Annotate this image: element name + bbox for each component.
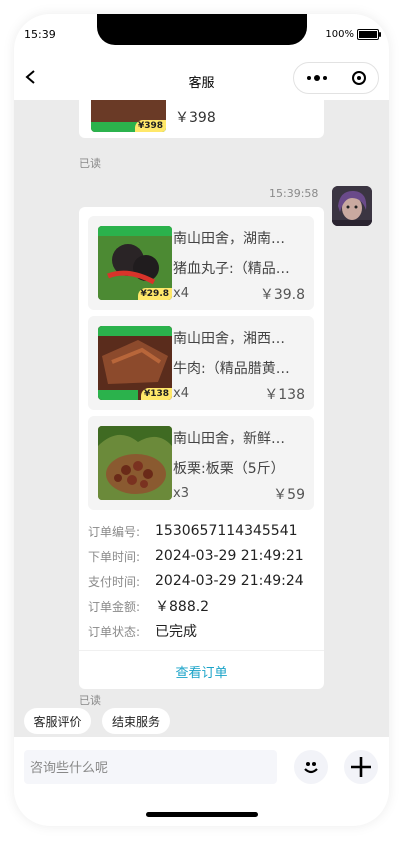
item-spec: 牛肉:（精品腊黄…	[173, 361, 290, 377]
order-number-row: 订单编号: 1530657114345541	[88, 520, 298, 542]
order-time-row: 下单时间: 2024-03-29 21:49:21	[88, 545, 304, 567]
detail-label: 下单时间:	[88, 549, 141, 564]
order-amount-row: 订单金额: ￥888.2	[88, 595, 209, 617]
item-title: 南山田舍，湖南…	[173, 231, 285, 247]
read-status: 已读	[79, 157, 101, 170]
phone-frame: 15:39 100% 客服 ¥398 ￥398 已读 15:39:58 ¥29.…	[14, 14, 389, 826]
item-price: ￥138	[264, 387, 305, 403]
price-tag: ¥398	[134, 120, 166, 132]
order-item[interactable]: 南山田舍，新鲜… 板栗:板栗（5斤） x3 ￥59	[88, 416, 314, 510]
prev-order-price: ￥398	[175, 110, 216, 126]
item-quantity: x4	[173, 386, 189, 401]
product-thumbnail: ¥138	[98, 326, 172, 400]
read-status: 已读	[79, 694, 101, 707]
emoji-button[interactable]	[294, 750, 328, 784]
user-avatar-image	[332, 186, 372, 226]
item-title: 南山田舍，新鲜…	[173, 431, 285, 447]
pay-time-row: 支付时间: 2024-03-29 21:49:24	[88, 570, 304, 592]
message-input-box	[24, 750, 277, 786]
detail-value: 已完成	[155, 624, 197, 640]
order-item[interactable]: ¥138 南山田舍，湘西… 牛肉:（精品腊黄… x4 ￥138	[88, 316, 314, 410]
item-quantity: x4	[173, 286, 189, 301]
plus-icon	[351, 757, 371, 777]
status-time: 15:39	[24, 28, 56, 41]
chat-area: ¥398 ￥398 已读 15:39:58 ¥29.8 南山田舍，湖南… 猪血丸…	[14, 100, 389, 737]
rate-service-button[interactable]: 客服评价	[24, 708, 91, 734]
prev-order-card[interactable]: ¥398 ￥398	[79, 100, 324, 138]
end-service-button[interactable]: 结束服务	[102, 708, 170, 734]
nav-bar: 客服	[14, 58, 389, 100]
item-title: 南山田舍，湘西…	[173, 331, 285, 347]
battery-icon	[357, 29, 381, 40]
item-spec: 板栗:板栗（5斤）	[173, 461, 285, 477]
input-bar	[14, 737, 389, 797]
detail-label: 订单金额:	[88, 599, 141, 614]
detail-value: 2024-03-29 21:49:21	[155, 548, 304, 564]
product-thumbnail: ¥29.8	[98, 226, 172, 300]
record-target-icon[interactable]	[351, 71, 366, 85]
menu-capsule	[293, 62, 379, 94]
item-price: ￥39.8	[259, 287, 305, 303]
detail-label: 支付时间:	[88, 574, 141, 589]
item-spec: 猪血丸子:（精品…	[173, 261, 290, 277]
order-item[interactable]: ¥29.8 南山田舍，湖南… 猪血丸子:（精品… x4 ￥39.8	[88, 216, 314, 310]
view-order-button[interactable]: 查看订单	[79, 662, 324, 681]
status-battery: 100%	[325, 29, 381, 40]
avatar[interactable]	[332, 186, 372, 226]
item-price: ￥59	[273, 487, 305, 503]
order-card: ¥29.8 南山田舍，湖南… 猪血丸子:（精品… x4 ￥39.8 ¥138 南…	[79, 207, 324, 689]
battery-percent: 100%	[325, 29, 354, 40]
divider	[79, 650, 324, 651]
price-tag: ¥138	[140, 388, 172, 400]
detail-label: 订单编号:	[88, 524, 141, 539]
order-status-row: 订单状态: 已完成	[88, 620, 197, 642]
detail-value: ￥888.2	[155, 599, 210, 615]
more-dots-icon[interactable]	[306, 75, 327, 81]
item-quantity: x3	[173, 486, 189, 501]
price-tag: ¥29.8	[137, 288, 172, 300]
product-thumbnail	[98, 426, 172, 500]
detail-value: 2024-03-29 21:49:24	[155, 573, 304, 589]
message-input[interactable]	[24, 750, 272, 786]
product-thumbnail: ¥398	[91, 100, 166, 132]
home-indicator	[146, 812, 258, 817]
detail-value: 1530657114345541	[155, 523, 298, 539]
add-button[interactable]	[344, 750, 378, 784]
detail-label: 订单状态:	[88, 624, 141, 639]
emoji-face-icon	[304, 762, 318, 774]
message-timestamp: 15:39:58	[269, 187, 319, 200]
notch	[97, 14, 307, 45]
